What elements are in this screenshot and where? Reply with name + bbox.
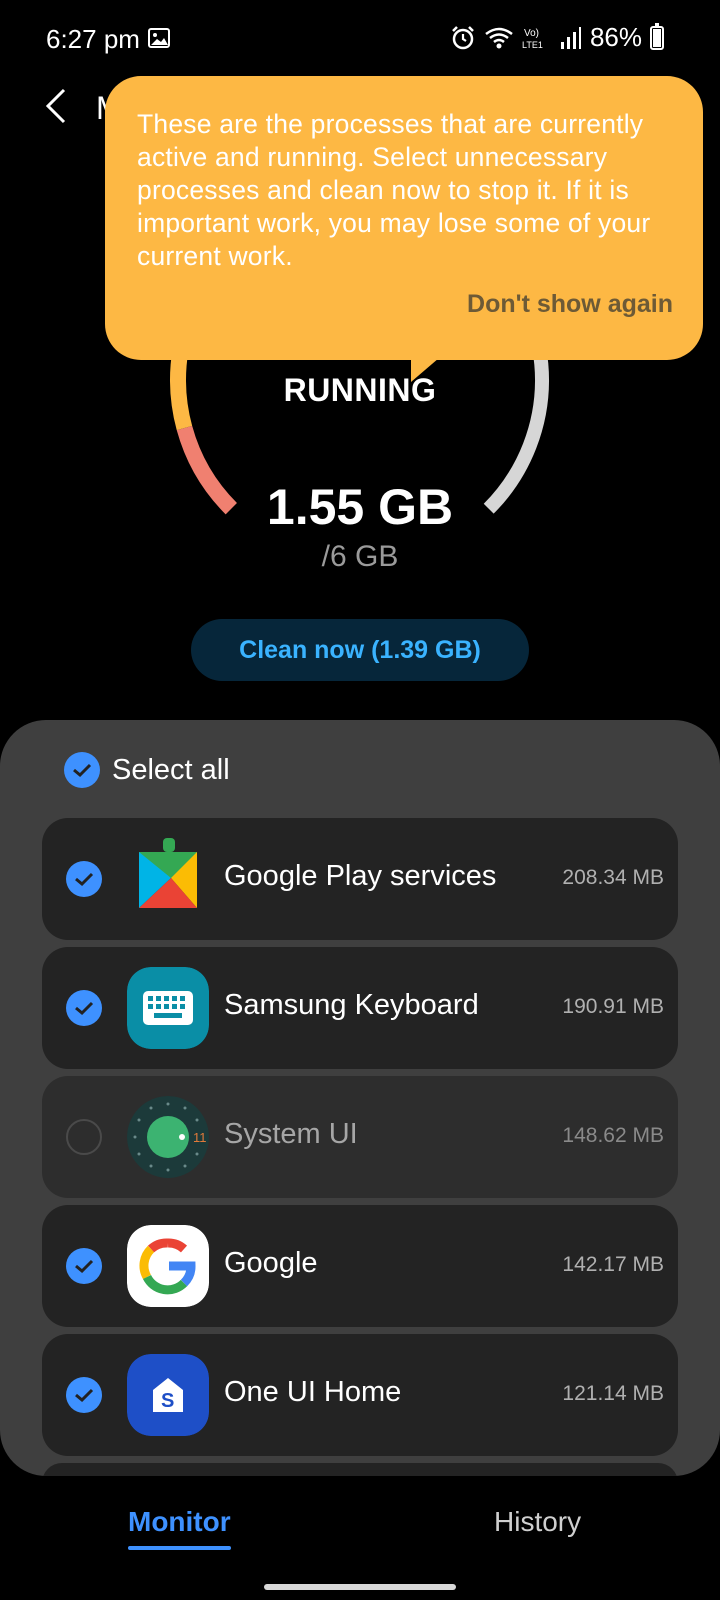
tooltip-text: These are the processes that are current… bbox=[137, 109, 651, 271]
home-indicator[interactable] bbox=[264, 1584, 456, 1590]
select-all-checkbox[interactable] bbox=[64, 752, 100, 788]
process-item[interactable]: S One UI Home 121.14 MB bbox=[42, 1334, 678, 1456]
google-play-services-icon bbox=[139, 838, 197, 908]
svg-text:Vo): Vo) bbox=[524, 28, 539, 39]
tab-history[interactable]: History bbox=[494, 1506, 581, 1538]
process-checkbox[interactable] bbox=[66, 990, 102, 1026]
process-checkbox[interactable] bbox=[66, 861, 102, 897]
tab-bar: Monitor History bbox=[0, 1476, 720, 1600]
dont-show-again-button[interactable]: Don't show again bbox=[467, 290, 673, 319]
tab-monitor[interactable]: Monitor bbox=[128, 1506, 231, 1538]
process-item[interactable]: Google Play services 208.34 MB bbox=[42, 818, 678, 940]
process-item[interactable]: Google 142.17 MB bbox=[42, 1205, 678, 1327]
process-checkbox[interactable] bbox=[66, 1119, 102, 1155]
process-name: Samsung Keyboard bbox=[224, 989, 479, 1021]
select-all-row[interactable]: Select all bbox=[64, 750, 230, 790]
process-item[interactable]: 11 System UI 148.62 MB bbox=[42, 1076, 678, 1198]
samsung-keyboard-icon bbox=[127, 967, 209, 1049]
process-size: 121.14 MB bbox=[562, 1382, 664, 1405]
system-ui-icon: 11 bbox=[127, 1096, 209, 1178]
battery-icon bbox=[650, 22, 664, 50]
memory-used: 1.55 GB bbox=[266, 479, 454, 535]
select-all-label: Select all bbox=[112, 753, 230, 786]
process-name: System UI bbox=[224, 1118, 358, 1150]
signal-icon bbox=[560, 26, 581, 49]
google-icon bbox=[127, 1225, 209, 1307]
process-checkbox[interactable] bbox=[66, 1248, 102, 1284]
process-item-partial bbox=[42, 1463, 678, 1476]
alarm-icon bbox=[452, 25, 474, 49]
process-size: 148.62 MB bbox=[562, 1124, 664, 1147]
svg-text:11: 11 bbox=[193, 1130, 207, 1145]
wifi-icon bbox=[485, 27, 513, 48]
clean-now-button[interactable]: Clean now (1.39 GB) bbox=[191, 619, 529, 681]
svg-text:LTE1: LTE1 bbox=[522, 40, 543, 50]
process-list: Google Play services 208.34 MB Samsung K… bbox=[42, 818, 678, 1476]
gallery-notification-icon bbox=[148, 28, 170, 48]
one-ui-home-icon: S bbox=[127, 1354, 209, 1436]
back-button[interactable] bbox=[40, 86, 76, 126]
process-name: One UI Home bbox=[224, 1376, 402, 1408]
process-size: 208.34 MB bbox=[562, 866, 664, 889]
info-tooltip: These are the processes that are current… bbox=[105, 76, 703, 382]
process-name: Google Play services bbox=[224, 860, 497, 892]
status-icons: Vo) LTE1 86% bbox=[450, 22, 664, 53]
status-time: 6:27 pm bbox=[46, 24, 140, 54]
process-size: 190.91 MB bbox=[562, 995, 664, 1018]
process-checkbox[interactable] bbox=[66, 1377, 102, 1413]
process-sheet: Select all Google Play services 208.34 M… bbox=[0, 720, 720, 1476]
process-item[interactable]: Samsung Keyboard 190.91 MB bbox=[42, 947, 678, 1069]
battery-percentage: 86% bbox=[589, 22, 642, 52]
process-name: Google bbox=[224, 1247, 318, 1279]
status-bar: 6:27 pm Vo) LTE1 86% bbox=[0, 0, 720, 80]
process-size: 142.17 MB bbox=[562, 1253, 664, 1276]
svg-text:S: S bbox=[161, 1390, 174, 1412]
active-tab-indicator bbox=[128, 1546, 231, 1550]
memory-total: /6 GB bbox=[321, 540, 399, 573]
volte-icon: Vo) LTE1 bbox=[522, 28, 543, 50]
gauge-label: RUNNING bbox=[283, 372, 437, 408]
